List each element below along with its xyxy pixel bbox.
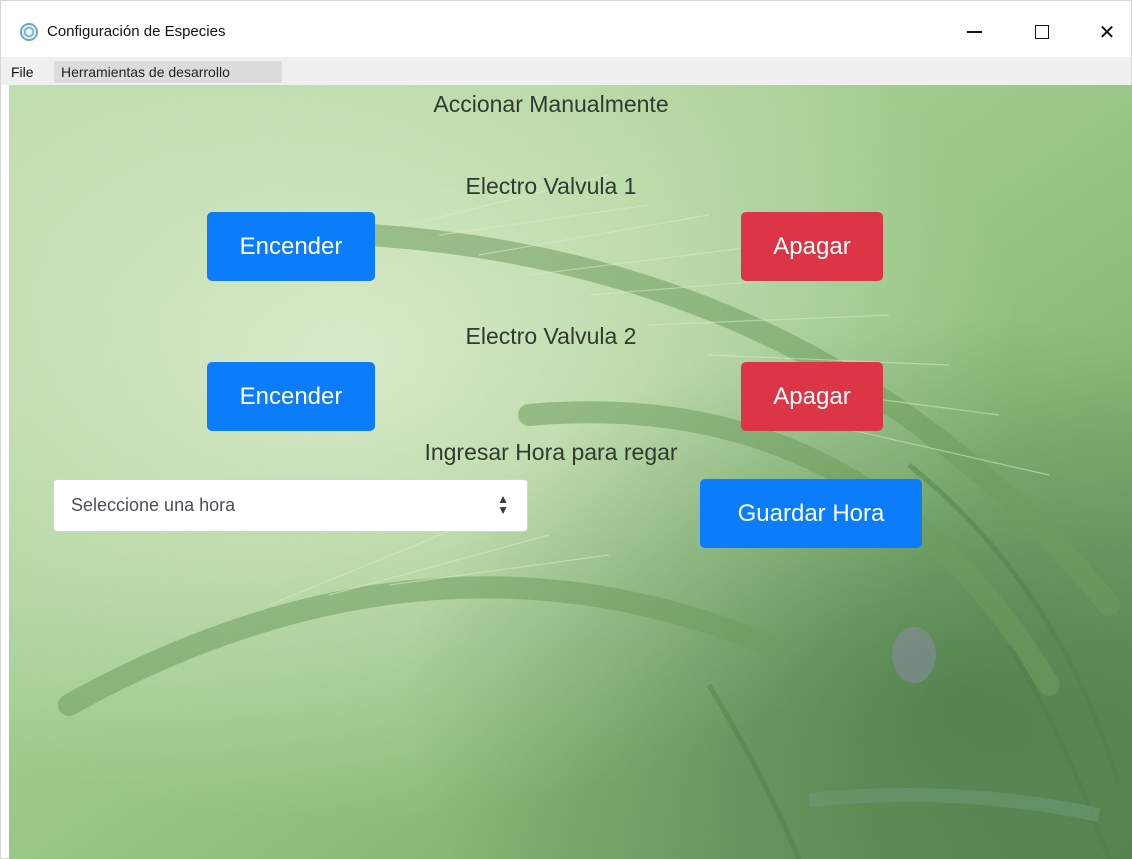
heading-manual: Accionar Manualmente	[433, 91, 669, 117]
minimize-icon	[966, 31, 982, 33]
valve2-title: Electro Valvula 2	[465, 323, 637, 349]
app-window: Configuración de Especies ✕ File Herrami…	[0, 0, 1132, 859]
minimize-button[interactable]	[951, 13, 997, 51]
valve1-off-button[interactable]: Apagar	[741, 212, 883, 281]
background-image	[9, 85, 1132, 859]
maximize-button[interactable]	[1019, 13, 1065, 51]
save-hour-button[interactable]: Guardar Hora	[700, 479, 922, 548]
hour-select-value: Seleccione una hora	[71, 495, 236, 515]
title-bar: Configuración de Especies ✕	[1, 1, 1131, 57]
valve2-off-button[interactable]: Apagar	[741, 362, 883, 431]
electron-icon	[20, 23, 38, 41]
valve1-on-button[interactable]: Encender	[207, 212, 375, 281]
valve2-on-button[interactable]: Encender	[207, 362, 375, 431]
schedule-title: Ingresar Hora para regar	[424, 439, 678, 465]
hour-select[interactable]: Seleccione una hora ▲ ▼	[53, 479, 528, 532]
close-button[interactable]: ✕	[1084, 13, 1130, 51]
menu-dev-tools[interactable]: Herramientas de desarrollo	[54, 61, 282, 83]
main-content: Accionar Manualmente Electro Valvula 1 E…	[9, 85, 1132, 859]
select-caret-icon: ▲ ▼	[497, 492, 509, 517]
window-title: Configuración de Especies	[47, 23, 226, 40]
valve1-title: Electro Valvula 1	[465, 173, 637, 199]
close-icon: ✕	[1098, 21, 1116, 44]
menu-bar: File Herramientas de desarrollo	[1, 57, 1131, 85]
maximize-icon	[1035, 25, 1049, 39]
menu-file[interactable]: File	[7, 61, 38, 83]
